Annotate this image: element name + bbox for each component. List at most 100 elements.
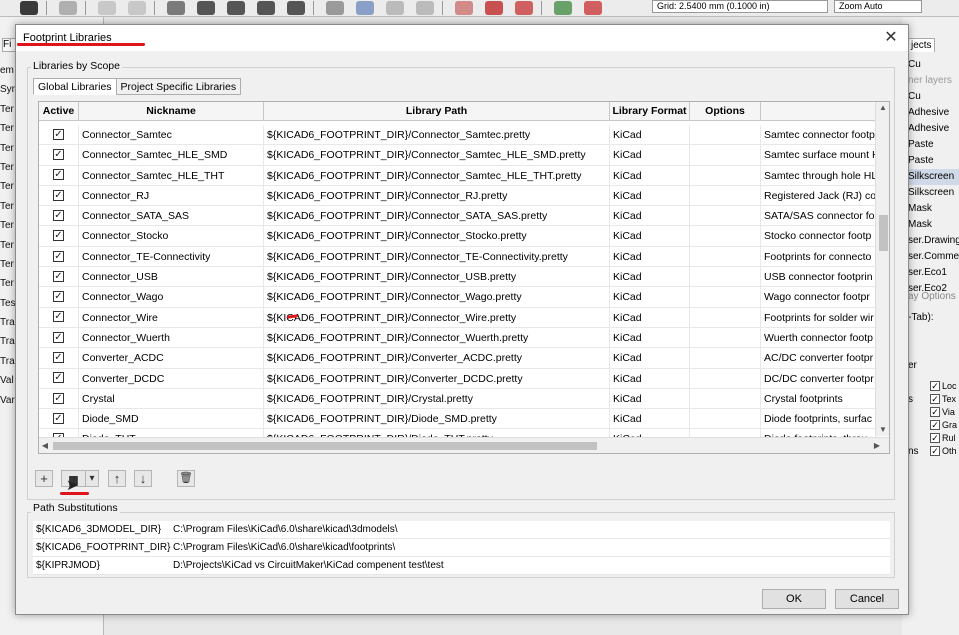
table-row[interactable]: ✓ Connector_Wago ${KICAD6_FOOTPRINT_DIR}/C… — [39, 287, 877, 308]
layer-row[interactable]: ner layers — [908, 73, 959, 89]
active-checkbox[interactable]: ✓ — [53, 230, 64, 242]
tree-item[interactable]: Var — [0, 391, 15, 410]
description-cell[interactable]: USB connector footprin — [761, 267, 877, 288]
format-cell[interactable]: KiCad — [610, 267, 690, 288]
checkbox[interactable]: ✓ — [930, 393, 940, 404]
description-cell[interactable]: DC/DC converter footpr — [761, 368, 877, 389]
nickname-cell[interactable]: Diode_SMD — [79, 409, 264, 430]
ok-button[interactable]: OK — [762, 589, 826, 609]
add-library-button[interactable]: + — [35, 470, 53, 487]
options-cell[interactable] — [690, 388, 761, 410]
options-cell[interactable] — [690, 125, 761, 146]
scroll-left-icon[interactable]: ◀ — [39, 439, 51, 453]
tree-item[interactable]: Ter — [0, 197, 14, 216]
path-cell[interactable]: ${KICAD6_FOOTPRINT_DIR}/Connector_SATA_S… — [264, 206, 610, 227]
tree-item[interactable]: Val — [0, 371, 14, 390]
horizontal-scrollbar[interactable]: ◀ ▶ — [39, 437, 889, 453]
chevron-down-icon[interactable]: ▾ — [85, 470, 99, 487]
path-cell[interactable]: ${KICAD6_FOOTPRINT_DIR}/Converter_ACDC.p… — [264, 348, 610, 369]
format-cell[interactable]: KiCad — [610, 165, 690, 186]
column-header-description[interactable] — [761, 102, 877, 121]
options-cell[interactable] — [690, 246, 761, 268]
description-cell[interactable]: AC/DC converter footpr — [761, 348, 877, 369]
options-cell[interactable] — [690, 287, 761, 308]
description-cell[interactable]: SATA/SAS connector fo — [761, 206, 877, 227]
nickname-cell[interactable]: Converter_DCDC — [79, 368, 264, 389]
export-footprint-icon[interactable] — [584, 1, 602, 15]
nickname-cell[interactable]: Connector_Stocko — [79, 226, 264, 247]
footprint-properties-icon[interactable] — [455, 1, 473, 15]
active-checkbox[interactable]: ✓ — [53, 169, 64, 181]
tree-item[interactable]: Tra — [0, 332, 15, 351]
tree-item[interactable]: em — [0, 61, 14, 80]
check-icon[interactable] — [515, 1, 533, 15]
path-cell[interactable]: ${KICAD6_FOOTPRINT_DIR}/Connector_Wire.p… — [264, 307, 610, 328]
options-cell[interactable] — [690, 206, 761, 227]
format-cell[interactable]: KiCad — [610, 145, 690, 166]
description-cell[interactable]: Stocko connector footp — [761, 226, 877, 247]
undo-icon[interactable] — [98, 1, 116, 15]
nickname-cell[interactable]: Connector_RJ — [79, 185, 264, 207]
checkbox[interactable]: ✓ — [930, 406, 940, 417]
path-cell[interactable]: ${KICAD6_FOOTPRINT_DIR}/Crystal.pretty — [264, 388, 610, 410]
nickname-cell[interactable]: Connector_Wuerth — [79, 327, 264, 349]
path-cell[interactable]: ${KICAD6_FOOTPRINT_DIR}/Connector_Wuerth… — [264, 327, 610, 349]
nickname-cell[interactable]: Connector_SATA_SAS — [79, 206, 264, 227]
settings-icon[interactable] — [485, 1, 503, 15]
tree-item[interactable]: Tra — [0, 352, 15, 371]
tab-objects[interactable]: jects — [908, 38, 935, 52]
table-row[interactable]: ✓ Converter_DCDC ${KICAD6_FOOTPRINT_DIR}/C… — [39, 368, 877, 389]
save-icon[interactable] — [20, 1, 38, 15]
zoom-out-icon[interactable] — [227, 1, 245, 15]
description-cell[interactable]: Footprints for connecto — [761, 246, 877, 268]
cancel-button[interactable]: Cancel — [835, 589, 899, 609]
format-cell[interactable]: KiCad — [610, 125, 690, 146]
format-cell[interactable]: KiCad — [610, 246, 690, 268]
layer-row[interactable]: Adhesive — [908, 121, 959, 137]
scroll-right-icon[interactable]: ▶ — [871, 439, 883, 453]
description-cell[interactable]: Samtec through hole HL — [761, 165, 877, 186]
align-icon[interactable] — [386, 1, 404, 15]
tree-item[interactable]: Ter — [0, 255, 14, 274]
redo-icon[interactable] — [128, 1, 146, 15]
options-cell[interactable] — [690, 307, 761, 328]
tree-item[interactable]: Tes — [0, 294, 16, 313]
layer-row[interactable]: Cu — [908, 89, 959, 105]
grid-select[interactable]: Grid: 2.5400 mm (0.1000 in) — [652, 0, 828, 13]
column-header-library-format[interactable]: Library Format — [610, 102, 690, 121]
layer-row[interactable]: ser.Comments — [908, 249, 959, 265]
zoom-fit-icon[interactable] — [257, 1, 275, 15]
active-checkbox[interactable]: ✓ — [53, 291, 64, 303]
active-checkbox[interactable]: ✓ — [53, 270, 64, 282]
format-cell[interactable]: KiCad — [610, 307, 690, 328]
active-checkbox[interactable]: ✓ — [53, 209, 64, 221]
active-checkbox[interactable]: ✓ — [53, 311, 64, 323]
description-cell[interactable]: Samtec surface mount H — [761, 145, 877, 166]
nickname-cell[interactable]: Crystal — [79, 388, 264, 410]
nickname-cell[interactable]: Connector_Samtec — [79, 125, 264, 146]
description-cell[interactable]: Footprints for solder wir — [761, 307, 877, 328]
tree-item[interactable]: Ter — [0, 274, 14, 293]
tree-item[interactable]: Ter — [0, 177, 14, 196]
layer-row[interactable]: Silkscreen — [908, 169, 959, 185]
load-footprint-icon[interactable] — [554, 1, 572, 15]
path-cell[interactable]: ${KICAD6_FOOTPRINT_DIR}/Connector_Wago.p… — [264, 287, 610, 308]
format-cell[interactable]: KiCad — [610, 226, 690, 247]
layer-row[interactable]: Mask — [908, 217, 959, 233]
table-row[interactable]: ✓ Connector_Wire ${KICAD6_FOOTPRINT_DIR}/C… — [39, 307, 877, 328]
zoom-select[interactable]: Zoom Auto — [834, 0, 922, 13]
tree-item[interactable]: Ter — [0, 100, 14, 119]
options-cell[interactable] — [690, 368, 761, 389]
nickname-cell[interactable]: Connector_Samtec_HLE_THT — [79, 165, 264, 186]
table-row[interactable]: ✓ Connector_Samtec ${KICAD6_FOOTPRINT_DIR}… — [39, 125, 877, 146]
nickname-cell[interactable]: Connector_USB — [79, 267, 264, 288]
table-row[interactable]: ✓ Connector_SATA_SAS ${KICAD6_FOOTPRINT_DI… — [39, 206, 877, 227]
table-row[interactable]: ✓ Converter_ACDC ${KICAD6_FOOTPRINT_DIR}/C… — [39, 348, 877, 369]
scrollbar-thumb[interactable] — [53, 442, 597, 450]
description-cell[interactable]: Samtec connector footp — [761, 125, 877, 146]
column-header-active[interactable]: Active — [39, 102, 79, 121]
description-cell[interactable]: Crystal footprints — [761, 388, 877, 410]
table-row[interactable]: ✓ Connector_Wuerth ${KICAD6_FOOTPRINT_DIR}… — [39, 327, 877, 349]
path-cell[interactable]: ${KICAD6_FOOTPRINT_DIR}/Connector_Samtec… — [264, 165, 610, 186]
format-cell[interactable]: KiCad — [610, 287, 690, 308]
